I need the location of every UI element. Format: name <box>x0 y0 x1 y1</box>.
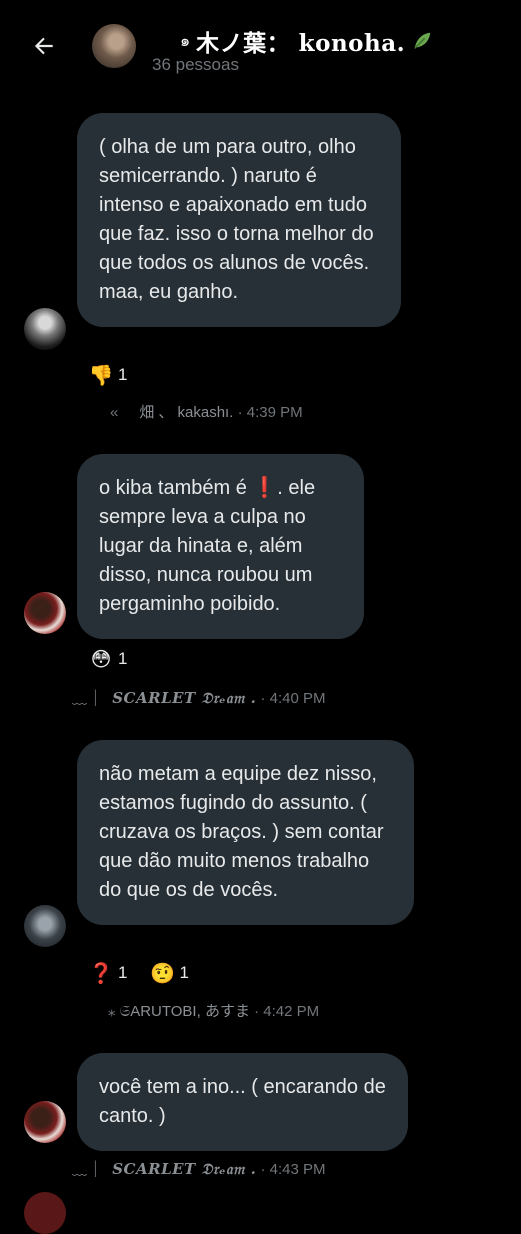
message-bubble[interactable]: não metam a equipe dez nisso, estamos fu… <box>77 740 414 925</box>
flushed-face-icon: 😳 <box>90 648 112 671</box>
leaf-icon <box>414 32 431 49</box>
reaction-flushed[interactable]: 😳 1 <box>90 648 128 671</box>
reactions: ❓ 1 🤨 1 <box>88 962 189 985</box>
sender-name[interactable]: SCARLET 𝔇𝔯ₑ𝔞𝔪 . <box>112 689 256 707</box>
chat-title: 木ノ葉： konoha. <box>196 30 406 57</box>
message-text: ( olha de um para outro, olho semicerran… <box>99 136 374 303</box>
timestamp: · 4:43 PM <box>260 1161 326 1178</box>
avatar[interactable] <box>24 1192 66 1234</box>
message-text: você tem a ino... ( encarando de canto. … <box>99 1076 386 1127</box>
arrow-left-icon <box>34 37 53 55</box>
sender-prefix: ⁎ <box>108 1003 116 1020</box>
sender-name[interactable]: 畑 、 kakashı. <box>139 404 233 421</box>
message-bubble[interactable]: você tem a ino... ( encarando de canto. … <box>77 1053 408 1151</box>
message-text: o kiba também é ❗. ele sempre leva a cul… <box>99 477 316 615</box>
timestamp: · 4:40 PM <box>260 690 326 707</box>
reaction-count: 1 <box>118 365 128 384</box>
timestamp: · 4:42 PM <box>254 1003 320 1020</box>
message-text: não metam a equipe dez nisso, estamos fu… <box>99 763 384 901</box>
chat-title-wrap[interactable]: ๑ 木ノ葉： konoha. <box>180 24 433 58</box>
reaction-count: 1 <box>118 963 128 982</box>
timestamp: · 4:39 PM <box>237 404 303 421</box>
sender-prefix: ﹏ ⏐ <box>72 690 100 707</box>
sender-name[interactable]: SCARLET 𝔇𝔯ₑ𝔞𝔪 . <box>112 1160 256 1178</box>
swirl-icon: ๑ <box>180 32 191 50</box>
message-bubble[interactable]: o kiba também é ❗. ele sempre leva a cul… <box>77 454 364 639</box>
chat-header: ๑ 木ノ葉： konoha. 36 pessoas <box>0 0 521 90</box>
message-meta: « 畑 、 kakashı. · 4:39 PM <box>110 401 303 422</box>
reaction-count: 1 <box>179 963 189 982</box>
reactions: 👎 1 <box>88 364 128 387</box>
reaction-raised-eyebrow[interactable]: 🤨 1 <box>150 962 189 985</box>
avatar[interactable] <box>24 308 66 350</box>
message-meta: ﹏ ⏐ SCARLET 𝔇𝔯ₑ𝔞𝔪 . · 4:43 PM <box>72 1158 326 1179</box>
reactions: 😳 1 <box>90 648 128 671</box>
group-avatar[interactable] <box>92 24 136 68</box>
message-meta: ﹏ ⏐ SCARLET 𝔇𝔯ₑ𝔞𝔪 . · 4:40 PM <box>72 687 326 708</box>
avatar[interactable] <box>24 905 66 947</box>
member-count: 36 pessoas <box>152 55 239 74</box>
raised-eyebrow-face-icon: 🤨 <box>150 962 175 985</box>
sender-prefix: « <box>110 404 119 421</box>
back-button[interactable] <box>28 30 60 62</box>
avatar[interactable] <box>24 592 66 634</box>
message-meta: ⁎ 𝔖ARUTOBI, あすま · 4:42 PM <box>108 1000 319 1021</box>
reaction-count: 1 <box>118 649 128 668</box>
reaction-question[interactable]: ❓ 1 <box>88 962 128 985</box>
question-mark-icon: ❓ <box>88 962 114 985</box>
message-bubble[interactable]: ( olha de um para outro, olho semicerran… <box>77 113 401 327</box>
reaction-thumbs-down[interactable]: 👎 1 <box>88 364 128 387</box>
sender-name[interactable]: 𝔖ARUTOBI, あすま <box>120 1003 250 1020</box>
sender-prefix: ﹏ ⏐ <box>72 1161 100 1178</box>
thumbs-down-icon: 👎 <box>88 364 114 387</box>
avatar[interactable] <box>24 1101 66 1143</box>
